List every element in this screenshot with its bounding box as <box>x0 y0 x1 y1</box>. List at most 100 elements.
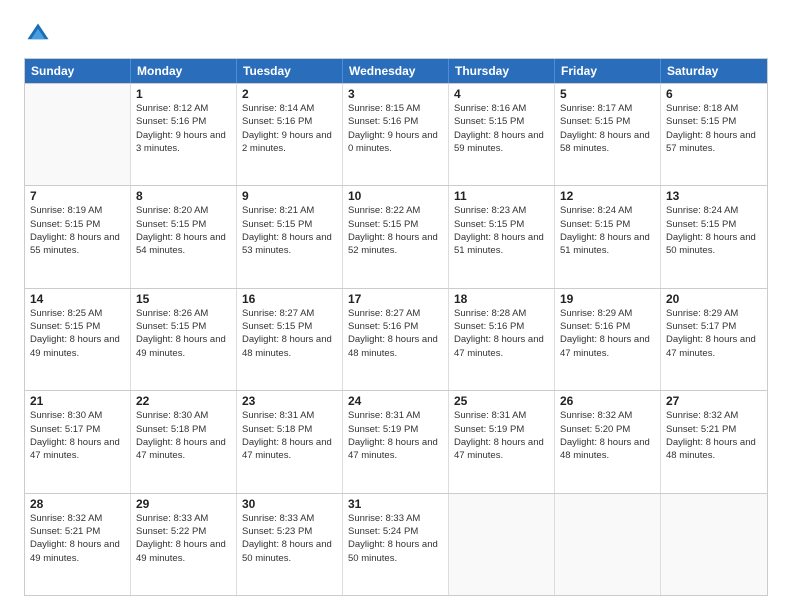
calendar-cell: 1Sunrise: 8:12 AM Sunset: 5:16 PM Daylig… <box>131 84 237 185</box>
day-number: 12 <box>560 189 655 203</box>
calendar-cell: 24Sunrise: 8:31 AM Sunset: 5:19 PM Dayli… <box>343 391 449 492</box>
day-info: Sunrise: 8:17 AM Sunset: 5:15 PM Dayligh… <box>560 102 655 155</box>
calendar-cell: 13Sunrise: 8:24 AM Sunset: 5:15 PM Dayli… <box>661 186 767 287</box>
day-number: 24 <box>348 394 443 408</box>
day-number: 5 <box>560 87 655 101</box>
day-info: Sunrise: 8:15 AM Sunset: 5:16 PM Dayligh… <box>348 102 443 155</box>
day-number: 28 <box>30 497 125 511</box>
calendar-cell: 25Sunrise: 8:31 AM Sunset: 5:19 PM Dayli… <box>449 391 555 492</box>
day-info: Sunrise: 8:31 AM Sunset: 5:18 PM Dayligh… <box>242 409 337 462</box>
calendar-week-row: 7Sunrise: 8:19 AM Sunset: 5:15 PM Daylig… <box>25 185 767 287</box>
calendar-cell: 6Sunrise: 8:18 AM Sunset: 5:15 PM Daylig… <box>661 84 767 185</box>
day-info: Sunrise: 8:30 AM Sunset: 5:17 PM Dayligh… <box>30 409 125 462</box>
calendar-header-cell: Sunday <box>25 59 131 83</box>
calendar-week-row: 28Sunrise: 8:32 AM Sunset: 5:21 PM Dayli… <box>25 493 767 595</box>
calendar-cell: 2Sunrise: 8:14 AM Sunset: 5:16 PM Daylig… <box>237 84 343 185</box>
day-number: 6 <box>666 87 762 101</box>
calendar-cell: 20Sunrise: 8:29 AM Sunset: 5:17 PM Dayli… <box>661 289 767 390</box>
logo <box>24 20 56 48</box>
day-number: 29 <box>136 497 231 511</box>
day-info: Sunrise: 8:32 AM Sunset: 5:20 PM Dayligh… <box>560 409 655 462</box>
day-info: Sunrise: 8:24 AM Sunset: 5:15 PM Dayligh… <box>666 204 762 257</box>
day-info: Sunrise: 8:22 AM Sunset: 5:15 PM Dayligh… <box>348 204 443 257</box>
day-info: Sunrise: 8:20 AM Sunset: 5:15 PM Dayligh… <box>136 204 231 257</box>
day-number: 30 <box>242 497 337 511</box>
day-info: Sunrise: 8:30 AM Sunset: 5:18 PM Dayligh… <box>136 409 231 462</box>
calendar-cell <box>555 494 661 595</box>
calendar-cell: 22Sunrise: 8:30 AM Sunset: 5:18 PM Dayli… <box>131 391 237 492</box>
calendar-cell: 26Sunrise: 8:32 AM Sunset: 5:20 PM Dayli… <box>555 391 661 492</box>
calendar-cell: 12Sunrise: 8:24 AM Sunset: 5:15 PM Dayli… <box>555 186 661 287</box>
day-number: 18 <box>454 292 549 306</box>
day-info: Sunrise: 8:27 AM Sunset: 5:16 PM Dayligh… <box>348 307 443 360</box>
day-number: 31 <box>348 497 443 511</box>
day-number: 9 <box>242 189 337 203</box>
day-info: Sunrise: 8:27 AM Sunset: 5:15 PM Dayligh… <box>242 307 337 360</box>
calendar-header-cell: Saturday <box>661 59 767 83</box>
day-number: 13 <box>666 189 762 203</box>
day-info: Sunrise: 8:29 AM Sunset: 5:16 PM Dayligh… <box>560 307 655 360</box>
calendar-cell: 28Sunrise: 8:32 AM Sunset: 5:21 PM Dayli… <box>25 494 131 595</box>
day-info: Sunrise: 8:14 AM Sunset: 5:16 PM Dayligh… <box>242 102 337 155</box>
calendar-cell: 21Sunrise: 8:30 AM Sunset: 5:17 PM Dayli… <box>25 391 131 492</box>
calendar-cell: 14Sunrise: 8:25 AM Sunset: 5:15 PM Dayli… <box>25 289 131 390</box>
calendar-cell: 27Sunrise: 8:32 AM Sunset: 5:21 PM Dayli… <box>661 391 767 492</box>
calendar-cell: 10Sunrise: 8:22 AM Sunset: 5:15 PM Dayli… <box>343 186 449 287</box>
day-info: Sunrise: 8:23 AM Sunset: 5:15 PM Dayligh… <box>454 204 549 257</box>
day-number: 25 <box>454 394 549 408</box>
day-number: 14 <box>30 292 125 306</box>
day-number: 20 <box>666 292 762 306</box>
logo-icon <box>24 20 52 48</box>
calendar-cell: 8Sunrise: 8:20 AM Sunset: 5:15 PM Daylig… <box>131 186 237 287</box>
calendar-header-cell: Monday <box>131 59 237 83</box>
calendar-week-row: 1Sunrise: 8:12 AM Sunset: 5:16 PM Daylig… <box>25 83 767 185</box>
calendar-cell: 11Sunrise: 8:23 AM Sunset: 5:15 PM Dayli… <box>449 186 555 287</box>
day-number: 22 <box>136 394 231 408</box>
calendar-header-cell: Wednesday <box>343 59 449 83</box>
calendar-cell: 3Sunrise: 8:15 AM Sunset: 5:16 PM Daylig… <box>343 84 449 185</box>
day-number: 17 <box>348 292 443 306</box>
day-info: Sunrise: 8:26 AM Sunset: 5:15 PM Dayligh… <box>136 307 231 360</box>
calendar-week-row: 14Sunrise: 8:25 AM Sunset: 5:15 PM Dayli… <box>25 288 767 390</box>
calendar-cell: 9Sunrise: 8:21 AM Sunset: 5:15 PM Daylig… <box>237 186 343 287</box>
calendar-cell: 19Sunrise: 8:29 AM Sunset: 5:16 PM Dayli… <box>555 289 661 390</box>
day-info: Sunrise: 8:25 AM Sunset: 5:15 PM Dayligh… <box>30 307 125 360</box>
calendar-cell: 29Sunrise: 8:33 AM Sunset: 5:22 PM Dayli… <box>131 494 237 595</box>
day-info: Sunrise: 8:28 AM Sunset: 5:16 PM Dayligh… <box>454 307 549 360</box>
page: SundayMondayTuesdayWednesdayThursdayFrid… <box>0 0 792 612</box>
day-number: 21 <box>30 394 125 408</box>
day-info: Sunrise: 8:31 AM Sunset: 5:19 PM Dayligh… <box>348 409 443 462</box>
day-info: Sunrise: 8:12 AM Sunset: 5:16 PM Dayligh… <box>136 102 231 155</box>
day-number: 23 <box>242 394 337 408</box>
day-info: Sunrise: 8:32 AM Sunset: 5:21 PM Dayligh… <box>666 409 762 462</box>
calendar-header-row: SundayMondayTuesdayWednesdayThursdayFrid… <box>25 59 767 83</box>
day-number: 2 <box>242 87 337 101</box>
day-info: Sunrise: 8:33 AM Sunset: 5:23 PM Dayligh… <box>242 512 337 565</box>
day-number: 10 <box>348 189 443 203</box>
day-info: Sunrise: 8:24 AM Sunset: 5:15 PM Dayligh… <box>560 204 655 257</box>
day-info: Sunrise: 8:32 AM Sunset: 5:21 PM Dayligh… <box>30 512 125 565</box>
calendar-cell: 15Sunrise: 8:26 AM Sunset: 5:15 PM Dayli… <box>131 289 237 390</box>
calendar: SundayMondayTuesdayWednesdayThursdayFrid… <box>24 58 768 596</box>
day-number: 15 <box>136 292 231 306</box>
day-number: 16 <box>242 292 337 306</box>
calendar-header-cell: Tuesday <box>237 59 343 83</box>
calendar-cell: 4Sunrise: 8:16 AM Sunset: 5:15 PM Daylig… <box>449 84 555 185</box>
day-info: Sunrise: 8:29 AM Sunset: 5:17 PM Dayligh… <box>666 307 762 360</box>
calendar-header-cell: Thursday <box>449 59 555 83</box>
day-number: 19 <box>560 292 655 306</box>
calendar-cell: 30Sunrise: 8:33 AM Sunset: 5:23 PM Dayli… <box>237 494 343 595</box>
calendar-cell: 5Sunrise: 8:17 AM Sunset: 5:15 PM Daylig… <box>555 84 661 185</box>
day-info: Sunrise: 8:19 AM Sunset: 5:15 PM Dayligh… <box>30 204 125 257</box>
day-number: 7 <box>30 189 125 203</box>
calendar-header-cell: Friday <box>555 59 661 83</box>
calendar-cell: 17Sunrise: 8:27 AM Sunset: 5:16 PM Dayli… <box>343 289 449 390</box>
day-info: Sunrise: 8:33 AM Sunset: 5:24 PM Dayligh… <box>348 512 443 565</box>
day-number: 8 <box>136 189 231 203</box>
day-number: 4 <box>454 87 549 101</box>
day-number: 3 <box>348 87 443 101</box>
day-info: Sunrise: 8:18 AM Sunset: 5:15 PM Dayligh… <box>666 102 762 155</box>
day-info: Sunrise: 8:16 AM Sunset: 5:15 PM Dayligh… <box>454 102 549 155</box>
day-number: 11 <box>454 189 549 203</box>
calendar-cell: 23Sunrise: 8:31 AM Sunset: 5:18 PM Dayli… <box>237 391 343 492</box>
